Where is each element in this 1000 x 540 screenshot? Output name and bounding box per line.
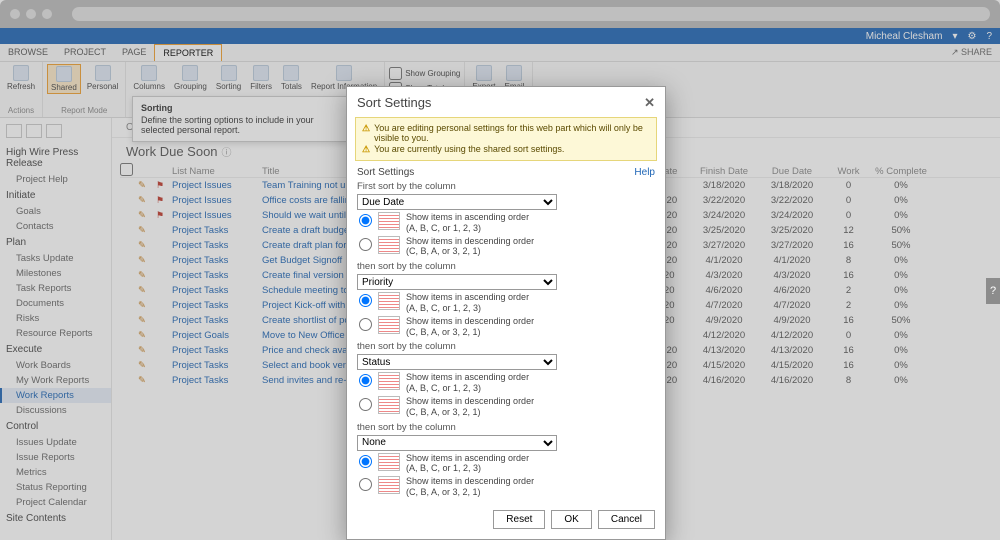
sort-column-select[interactable]: Due Date (357, 194, 557, 210)
reset-button[interactable]: Reset (493, 510, 545, 529)
sort-settings-dialog: Sort Settings ✕ ⚠You are editing persona… (346, 86, 666, 540)
sort-asc-radio[interactable] (359, 374, 372, 387)
sort-column-select[interactable]: Status (357, 354, 557, 370)
ok-button[interactable]: OK (551, 510, 591, 529)
sort-asc-radio[interactable] (359, 455, 372, 468)
sort-desc-label: Show items in descending order(C, B, A, … (406, 316, 534, 338)
sort-asc-radio[interactable] (359, 214, 372, 227)
sort-desc-label: Show items in descending order(C, B, A, … (406, 236, 534, 258)
help-tab[interactable]: ? (986, 278, 1000, 304)
sort-asc-label: Show items in ascending order(A, B, C, o… (406, 212, 529, 234)
sort-level-label: then sort by the column (357, 261, 655, 272)
sort-asc-icon (378, 212, 400, 230)
warning-icon: ⚠ (362, 123, 370, 134)
sort-column-select[interactable]: Priority (357, 274, 557, 290)
sort-desc-radio[interactable] (359, 318, 372, 331)
sort-asc-icon (378, 292, 400, 310)
sort-desc-icon (378, 236, 400, 254)
dialog-title: Sort Settings (357, 95, 431, 111)
sort-asc-label: Show items in ascending order(A, B, C, o… (406, 453, 529, 475)
sort-desc-radio[interactable] (359, 398, 372, 411)
sort-level-label: then sort by the column (357, 341, 655, 352)
sort-desc-radio[interactable] (359, 238, 372, 251)
dialog-section-title: Sort Settings (357, 167, 414, 178)
close-icon[interactable]: ✕ (644, 95, 655, 111)
sort-asc-label: Show items in ascending order(A, B, C, o… (406, 372, 529, 394)
sort-asc-icon (378, 372, 400, 390)
sort-level-label: then sort by the column (357, 422, 655, 433)
sort-desc-label: Show items in descending order(C, B, A, … (406, 476, 534, 498)
sort-desc-icon (378, 316, 400, 334)
cancel-button[interactable]: Cancel (598, 510, 655, 529)
sort-desc-icon (378, 476, 400, 494)
help-link[interactable]: Help (634, 167, 655, 178)
sort-asc-label: Show items in ascending order(A, B, C, o… (406, 292, 529, 314)
sort-level-label: First sort by the column (357, 181, 655, 192)
sort-desc-label: Show items in descending order(C, B, A, … (406, 396, 534, 418)
sort-column-select[interactable]: None (357, 435, 557, 451)
sort-asc-radio[interactable] (359, 294, 372, 307)
sort-asc-icon (378, 453, 400, 471)
warning-icon: ⚠ (362, 144, 370, 155)
sort-desc-radio[interactable] (359, 478, 372, 491)
warning-banner: ⚠You are editing personal settings for t… (355, 117, 657, 161)
sort-desc-icon (378, 396, 400, 414)
